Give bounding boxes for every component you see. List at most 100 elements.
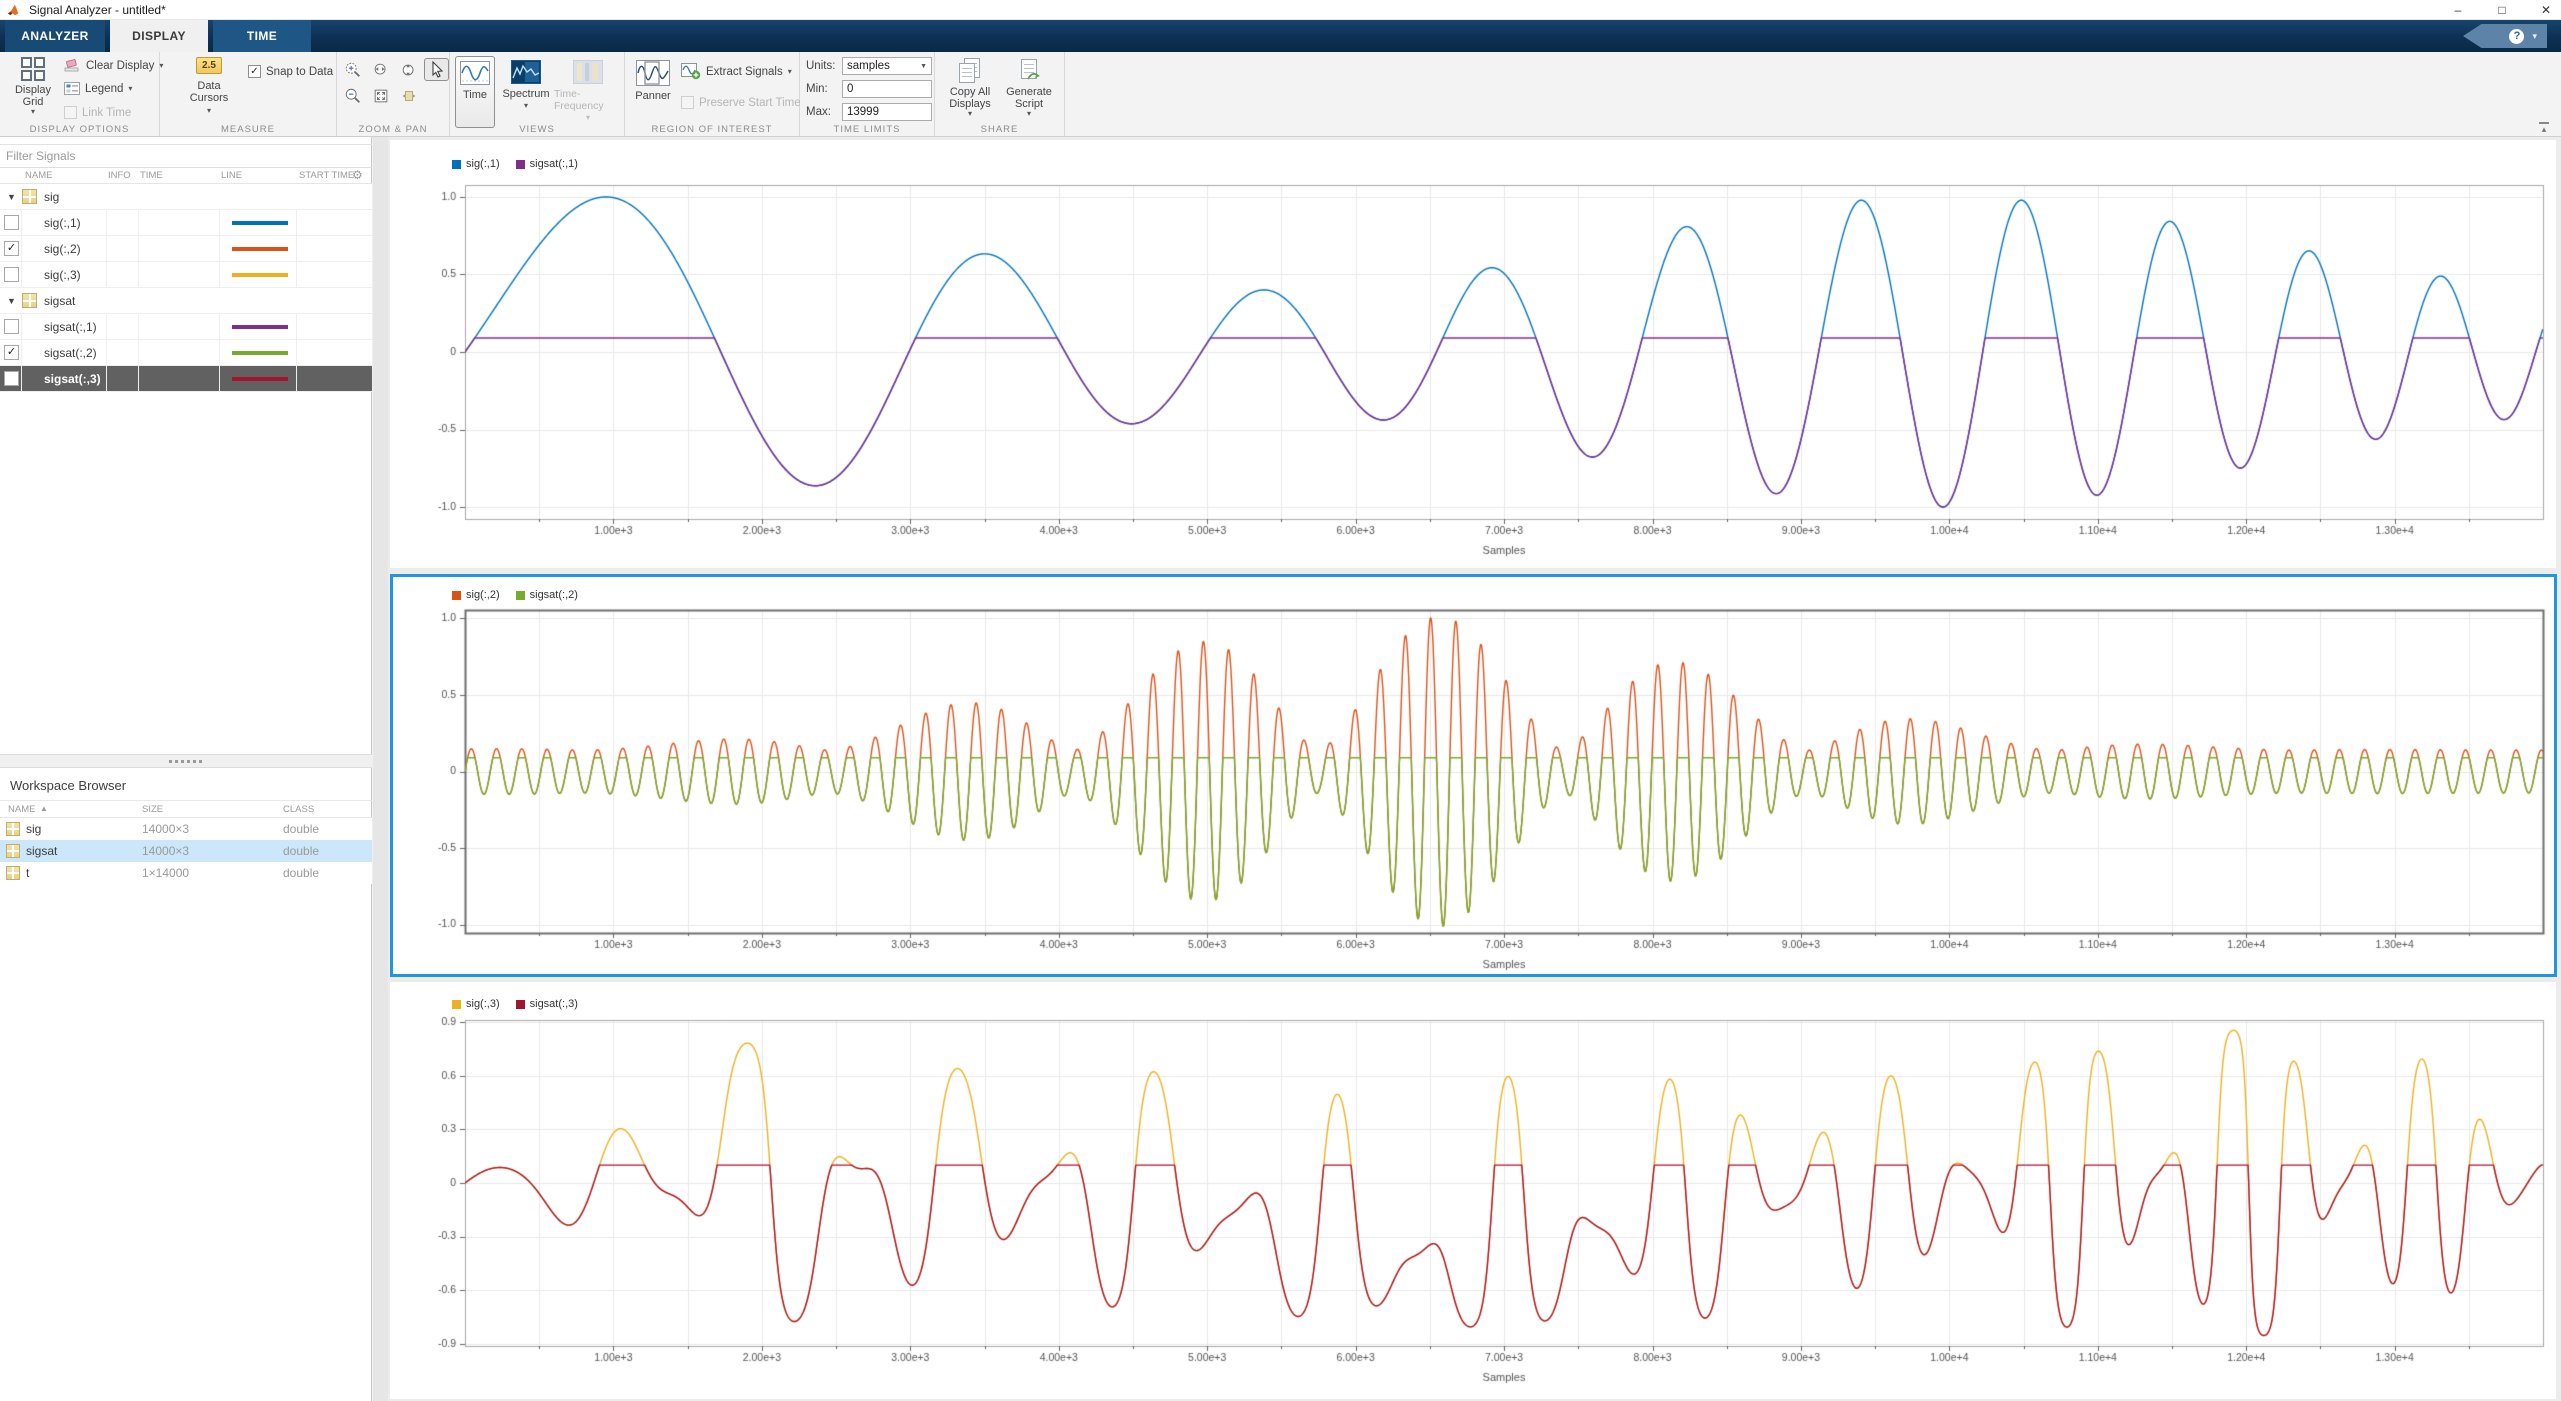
- tab-analyzer[interactable]: ANALYZER: [5, 20, 105, 52]
- zoom-y-button[interactable]: [396, 58, 421, 81]
- column-separator: [138, 314, 139, 340]
- spectrum-view-button[interactable]: Spectrum ▾: [500, 56, 552, 128]
- workspace-row[interactable]: sig14000×3double: [0, 818, 372, 840]
- signal-checkbox-checked[interactable]: ✓: [4, 345, 19, 360]
- display-1[interactable]: sig(:,1)sigsat(:,1): [390, 140, 2556, 568]
- copy-all-displays-button[interactable]: Copy All Displays ▾: [943, 58, 997, 118]
- section-label: REGION OF INTEREST: [625, 124, 799, 135]
- plot-canvas-3[interactable]: [390, 982, 2556, 1399]
- clear-display-button[interactable]: Clear Display ▾: [64, 59, 163, 73]
- help-icon[interactable]: ?: [2509, 29, 2524, 44]
- data-cursors-button[interactable]: 2.5 Data Cursors ▾: [178, 57, 240, 115]
- close-button[interactable]: ✕: [2537, 3, 2555, 17]
- link-time-label: Link Time: [82, 107, 131, 119]
- plot-canvas-2[interactable]: [393, 577, 2554, 974]
- line-color-swatch[interactable]: [232, 351, 288, 355]
- min-input[interactable]: [842, 80, 932, 98]
- zoom-in-button[interactable]: [340, 58, 365, 81]
- window-title: Signal Analyzer - untitled*: [29, 3, 166, 17]
- signal-checkbox-checked[interactable]: ✓: [4, 241, 19, 256]
- legend-icon: [64, 82, 80, 95]
- chevron-down-icon[interactable]: ▾: [2532, 31, 2537, 42]
- column-time[interactable]: TIME: [140, 170, 163, 181]
- column-name[interactable]: NAME: [8, 804, 35, 815]
- clear-display-label: Clear Display: [86, 60, 154, 72]
- signal-checkbox[interactable]: [4, 267, 19, 282]
- checkbox-icon: [681, 96, 694, 109]
- display-3[interactable]: sig(:,3) sigsat(:,3): [390, 982, 2556, 1399]
- matrix-icon: [22, 189, 37, 204]
- signal-checkbox[interactable]: [4, 215, 19, 230]
- variable-class: double: [283, 844, 319, 858]
- column-start-time[interactable]: START TIME: [299, 170, 354, 181]
- workspace-row[interactable]: sigsat14000×3double: [0, 840, 372, 862]
- signal-checkbox[interactable]: [4, 371, 19, 386]
- signal-row[interactable]: sigsat(:,3): [0, 366, 372, 392]
- zoom-x-button[interactable]: [368, 58, 393, 81]
- vertical-splitter[interactable]: [373, 137, 388, 1401]
- legend-label: sigsat(:,3): [530, 998, 578, 1010]
- column-info[interactable]: INFO: [108, 170, 131, 181]
- signal-row[interactable]: ✓sig(:,2): [0, 236, 372, 262]
- tab-display[interactable]: DISPLAY: [110, 20, 208, 52]
- signal-row[interactable]: sigsat(:,1): [0, 314, 372, 340]
- signal-row[interactable]: ✓sigsat(:,2): [0, 340, 372, 366]
- panner-button[interactable]: Panner: [631, 56, 675, 128]
- pointer-select-button[interactable]: [424, 58, 449, 81]
- line-color-swatch[interactable]: [232, 247, 288, 251]
- column-name[interactable]: NAME: [25, 170, 52, 181]
- column-separator: [296, 236, 297, 262]
- min-label: Min:: [806, 83, 842, 95]
- expander-icon[interactable]: ▼: [7, 192, 16, 202]
- maximize-button[interactable]: □: [2493, 3, 2511, 17]
- max-input[interactable]: [842, 103, 932, 121]
- line-color-swatch[interactable]: [232, 325, 288, 329]
- units-select[interactable]: samples ▼: [842, 57, 932, 75]
- extract-signals-button[interactable]: Extract Signals ▾: [681, 63, 792, 80]
- zoom-out-button[interactable]: [340, 84, 365, 107]
- sort-ascending-icon[interactable]: ▲: [40, 804, 48, 813]
- section-label: ZOOM & PAN: [337, 124, 449, 135]
- column-size[interactable]: SIZE: [142, 804, 163, 815]
- signal-group-row[interactable]: ▼sigsat: [0, 288, 372, 314]
- line-color-swatch[interactable]: [232, 221, 288, 225]
- chevron-down-icon: ▾: [968, 110, 972, 118]
- variable-size: 14000×3: [142, 822, 189, 836]
- column-separator: [219, 314, 220, 340]
- collapse-ribbon-button[interactable]: ▴: [2539, 122, 2549, 132]
- column-separator: [21, 262, 22, 288]
- gear-icon[interactable]: ⚙: [352, 168, 363, 182]
- checkbox-checked-icon[interactable]: ✓: [248, 65, 261, 78]
- signal-group-row[interactable]: ▼sig: [0, 184, 372, 210]
- minimize-button[interactable]: –: [2449, 3, 2467, 17]
- panner-tool-button[interactable]: [396, 84, 421, 107]
- units-label: Units:: [806, 60, 842, 72]
- snap-to-data-checkbox[interactable]: ✓ Snap to Data: [248, 65, 333, 78]
- signal-row[interactable]: sig(:,1): [0, 210, 372, 236]
- display-grid-button[interactable]: Display Grid ▾: [6, 57, 60, 116]
- help-menu[interactable]: ? ▾: [2463, 24, 2547, 48]
- time-view-icon: [460, 61, 490, 85]
- fit-to-view-button[interactable]: [368, 84, 393, 107]
- display-2-selected[interactable]: sig(:,2)sigsat(:,2): [390, 574, 2557, 977]
- tab-time[interactable]: TIME: [213, 20, 311, 52]
- column-line[interactable]: LINE: [221, 170, 242, 181]
- column-separator: [138, 340, 139, 366]
- legend-button[interactable]: Legend ▾: [64, 82, 132, 95]
- line-color-swatch[interactable]: [232, 377, 288, 381]
- time-view-button[interactable]: Time: [455, 56, 495, 128]
- variable-name: sigsat: [26, 844, 57, 858]
- section-views: Time Spectrum ▾ Time-Frequency ▾ VIEWS: [450, 52, 625, 136]
- signal-row[interactable]: sig(:,3): [0, 262, 372, 288]
- legend-item: sig(:,3): [452, 998, 500, 1010]
- generate-script-button[interactable]: Generate Script ▾: [1001, 58, 1057, 118]
- filter-signals-input[interactable]: Filter Signals: [0, 144, 372, 168]
- section-zoom-pan: ZOOM & PAN: [337, 52, 450, 136]
- plot-canvas-1[interactable]: [390, 140, 2556, 568]
- column-class[interactable]: CLASS: [283, 804, 314, 815]
- panel-splitter-handle[interactable]: [0, 754, 372, 768]
- signal-checkbox[interactable]: [4, 319, 19, 334]
- expander-icon[interactable]: ▼: [7, 296, 16, 306]
- workspace-row[interactable]: t1×14000double: [0, 862, 372, 884]
- line-color-swatch[interactable]: [232, 273, 288, 277]
